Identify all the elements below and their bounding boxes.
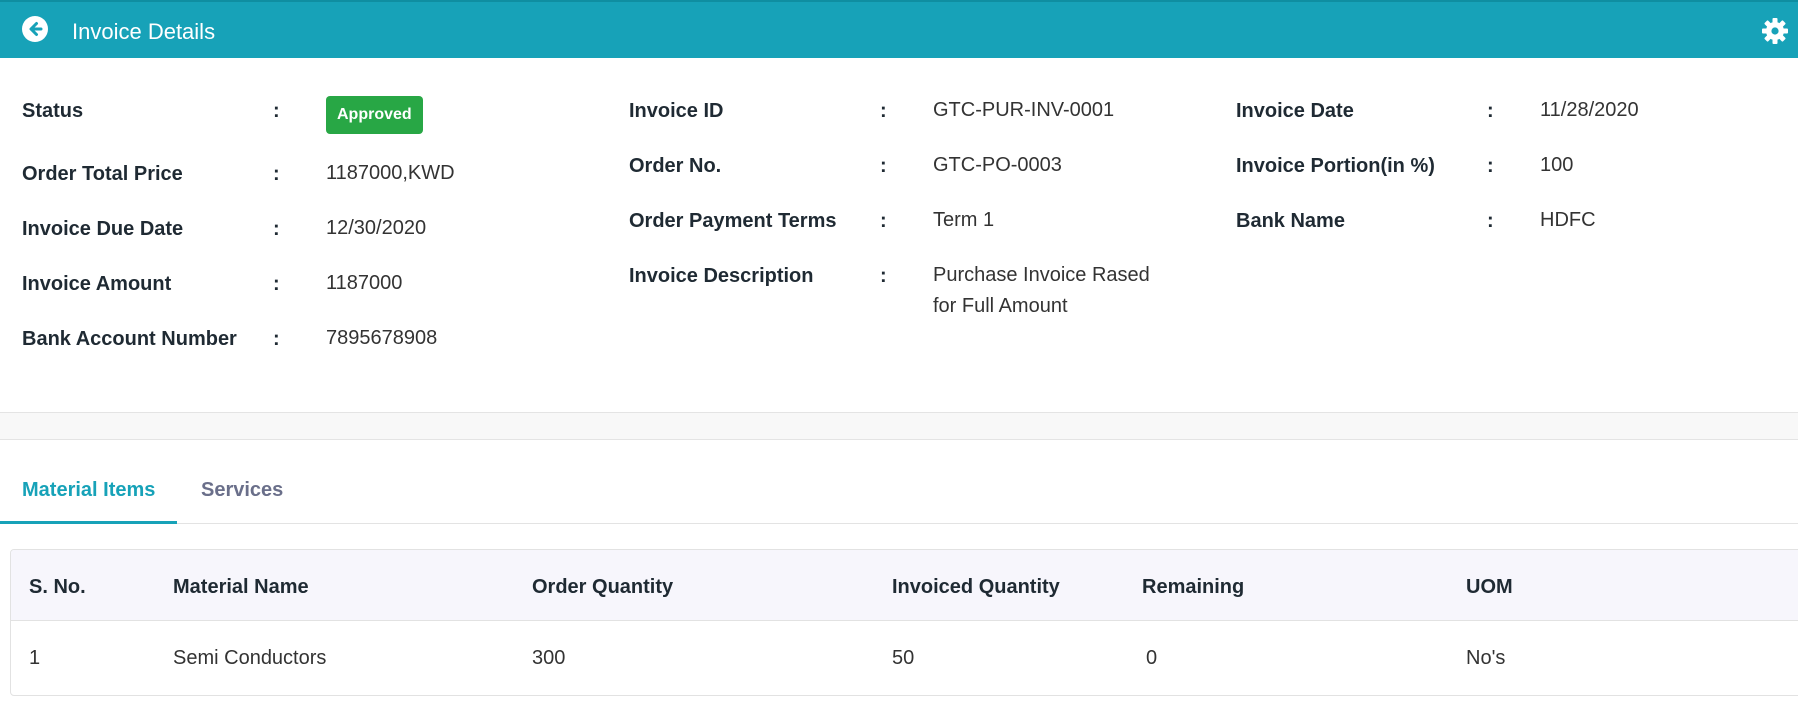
field-value: 7895678908 [326,327,438,349]
field-value: 11/28/2020 [1540,99,1639,121]
field-label: Invoice Due Date [22,218,184,240]
cell-uom: No's [1466,647,1506,669]
field-value: GTC-PUR-INV-0001 [933,99,1115,121]
cell-invoiced-quantity: 50 [892,647,915,669]
top-bar: Invoice Details [0,0,1798,58]
field-value: HDFC [1540,209,1596,231]
field-separator: : [273,273,280,295]
field-value: Term 1 [933,209,995,231]
column-header-remaining: Remaining [1142,576,1245,598]
column-header-invoiced-quantity: Invoiced Quantity [892,576,1060,598]
cell-remaining: 0 [1146,647,1158,669]
item-tabs: Material Items Services [0,440,1798,524]
column-header-material-name: Material Name [173,576,309,598]
status-badge: Approved [326,96,423,134]
field-label: Invoice Amount [22,273,172,295]
field-separator: : [273,163,280,185]
field-value: 1187000,KWD [326,162,455,184]
material-items-table: S. No. Material Name Order Quantity Invo… [10,549,1798,696]
field-label: Order Payment Terms [629,210,837,232]
field-label: Bank Account Number [22,328,237,350]
tab-services[interactable]: Services [201,479,283,502]
field-label: Status [22,100,84,122]
table-header: S. No. Material Name Order Quantity Invo… [11,550,1798,621]
gear-icon [1762,18,1788,44]
cell-sno: 1 [29,647,41,669]
column-header-sno: S. No. [29,576,86,598]
field-value: 12/30/2020 [326,217,427,239]
field-separator: : [880,100,887,122]
column-header-order-quantity: Order Quantity [532,576,674,598]
field-label: Invoice ID [629,100,724,122]
field-separator: : [273,218,280,240]
column-header-uom: UOM [1466,576,1513,598]
field-value: 100 [1540,154,1574,176]
field-label: Order No. [629,155,722,177]
field-separator: : [273,100,280,122]
field-label: Invoice Portion(in %) [1236,155,1435,177]
field-separator: : [880,265,887,287]
section-divider [0,412,1798,440]
field-value: 1187000 [326,272,403,294]
back-button[interactable] [22,16,48,42]
field-separator: : [273,328,280,350]
field-value-line-1: Purchase Invoice Rased [933,264,1150,286]
field-separator: : [1487,100,1494,122]
active-tab-indicator [0,521,177,524]
field-separator: : [880,155,887,177]
field-value: GTC-PO-0003 [933,154,1062,176]
field-label: Invoice Description [629,265,814,287]
settings-button[interactable] [1760,16,1790,46]
field-separator: : [1487,210,1494,232]
field-label: Invoice Date [1236,100,1354,122]
cell-material-name: Semi Conductors [173,647,327,669]
tab-material-items[interactable]: Material Items [22,479,155,502]
page-title: Invoice Details [72,19,216,44]
table-row[interactable]: 1 Semi Conductors 300 50 0 No's [11,621,1798,695]
field-separator: : [880,210,887,232]
invoice-details-panel: Status : Approved Order Total Price : 11… [0,58,1798,413]
arrow-left-circle-icon [29,22,43,36]
cell-order-quantity: 300 [532,647,566,669]
field-separator: : [1487,155,1494,177]
field-label: Bank Name [1236,210,1345,232]
field-value-line-2: for Full Amount [933,295,1068,317]
field-label: Order Total Price [22,163,183,185]
